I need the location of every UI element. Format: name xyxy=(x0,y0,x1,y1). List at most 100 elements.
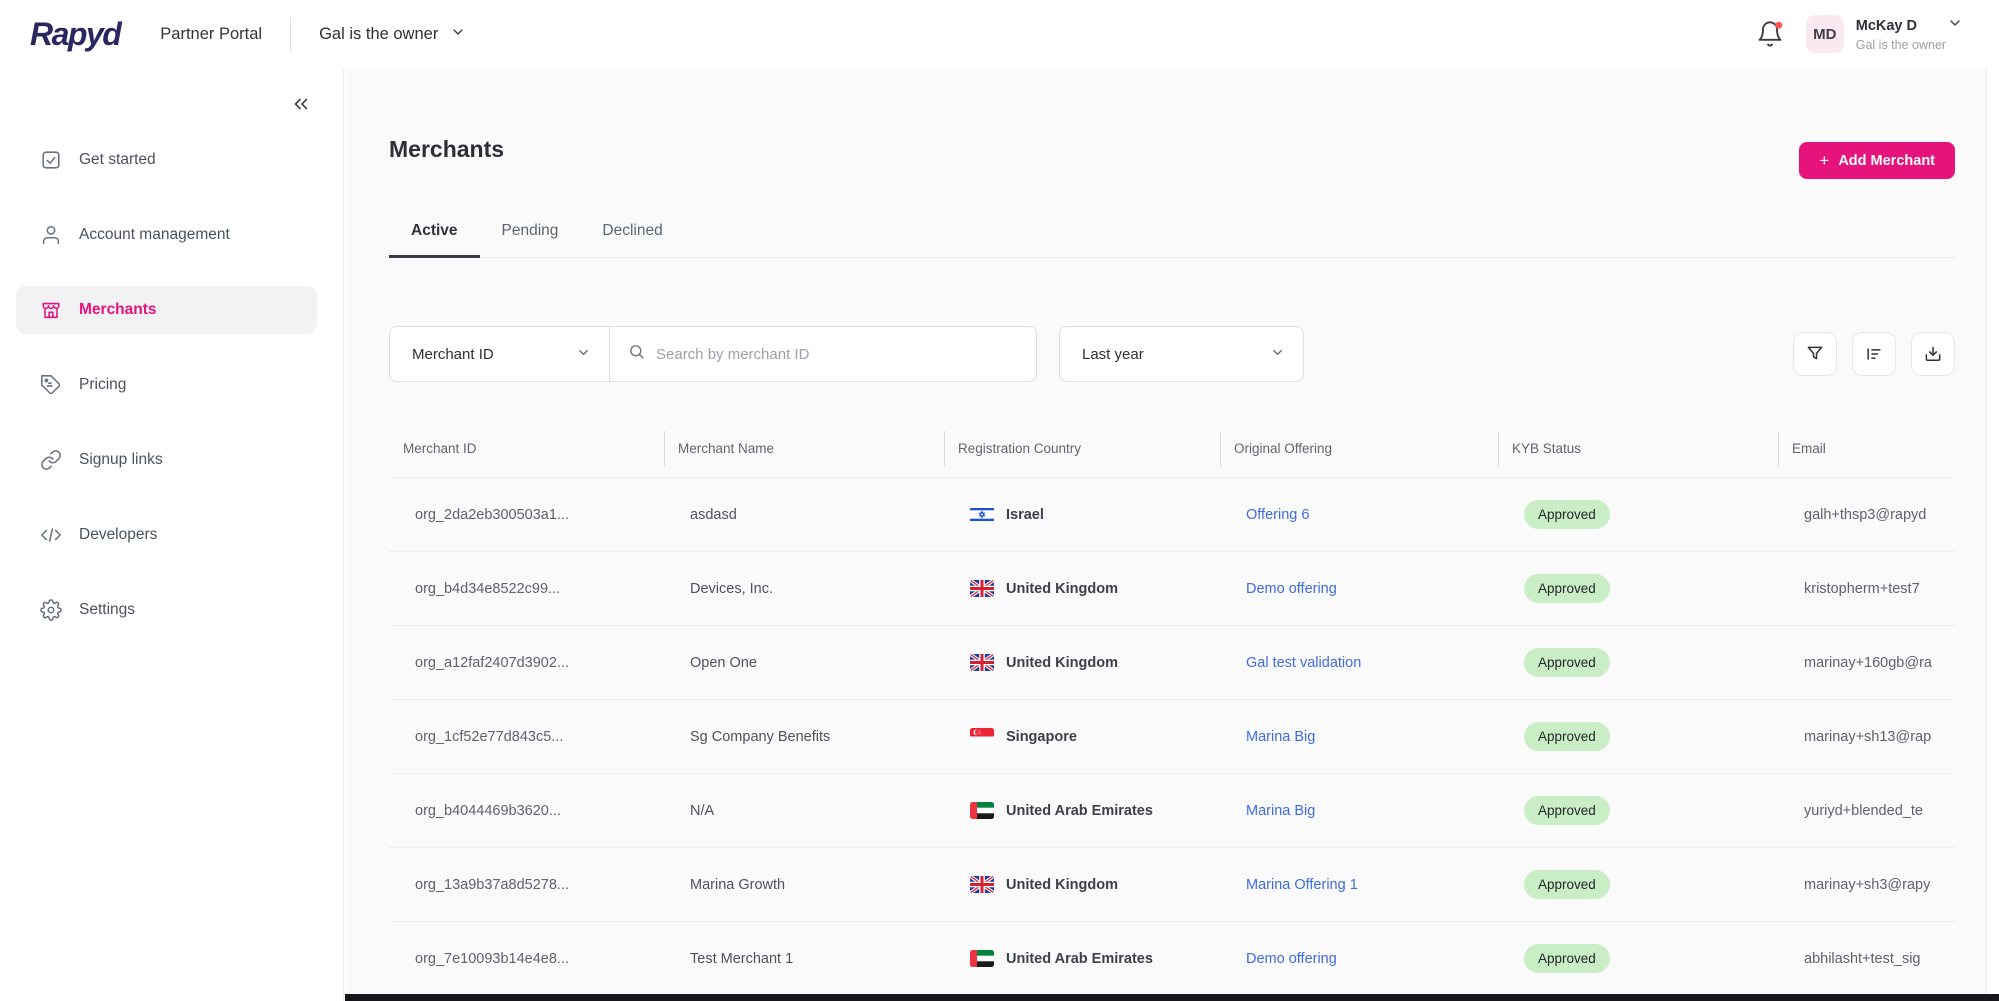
sidebar-item-account-management[interactable]: Account management xyxy=(16,211,317,259)
page-title: Merchants xyxy=(389,136,505,162)
notification-dot xyxy=(1775,21,1782,29)
merchant-id-cell: org_a12faf2407d3902... xyxy=(415,654,569,671)
sidebar-item-signup-links[interactable]: Signup links xyxy=(16,436,317,484)
merchant-id-cell: org_13a9b37a8d5278... xyxy=(415,876,570,893)
offering-link[interactable]: Marina Offering 1 xyxy=(1246,877,1358,893)
search-icon xyxy=(628,343,645,365)
country-cell: United Kingdom xyxy=(944,654,1220,671)
partner-selector-dropdown[interactable]: Gal is the owner xyxy=(319,24,466,45)
sidebar-item-get-started[interactable]: Get started xyxy=(16,136,317,184)
kyb-status-cell: Approved xyxy=(1498,870,1778,899)
status-badge: Approved xyxy=(1524,796,1610,825)
kyb-status-cell: Approved xyxy=(1498,722,1778,751)
table-row[interactable]: org_2da2eb300503a1... asdasd Israel Offe… xyxy=(389,478,1956,552)
country-label: Singapore xyxy=(1006,728,1077,745)
double-chevron-left-icon xyxy=(294,98,308,110)
country-cell: Israel xyxy=(944,506,1220,523)
email-cell: yuriyd+blended_te xyxy=(1804,802,1923,819)
status-badge: Approved xyxy=(1524,648,1610,677)
merchant-id-cell: org_2da2eb300503a1... xyxy=(415,506,570,523)
offering-cell: Demo offering xyxy=(1220,951,1498,967)
sidebar-item-label: Developers xyxy=(79,526,158,543)
tab-declined[interactable]: Declined xyxy=(580,222,684,258)
kyb-status-cell: Approved xyxy=(1498,796,1778,825)
notifications-button[interactable] xyxy=(1756,20,1784,48)
table-row[interactable]: org_b4d34e8522c99... Devices, Inc. Unite… xyxy=(389,552,1956,626)
status-badge: Approved xyxy=(1524,500,1610,529)
sidebar-item-developers[interactable]: Developers xyxy=(16,511,317,559)
search-group: Merchant ID xyxy=(389,326,1037,382)
offering-cell: Marina Big xyxy=(1220,729,1498,745)
sort-button[interactable] xyxy=(1852,332,1896,376)
offering-link[interactable]: Demo offering xyxy=(1246,951,1337,967)
sidebar-item-pricing[interactable]: Pricing xyxy=(16,361,317,409)
sidebar-item-merchants[interactable]: Merchants xyxy=(16,286,317,334)
vertical-scrollbar[interactable] xyxy=(1986,68,1999,1001)
merchant-name-cell: N/A xyxy=(690,802,715,819)
date-range-dropdown[interactable]: Last year xyxy=(1059,326,1304,382)
user-menu[interactable]: MD McKay D Gal is the owner xyxy=(1805,15,1963,54)
country-label: United Kingdom xyxy=(1006,580,1118,597)
column-header: KYB Status xyxy=(1498,441,1778,456)
offering-link[interactable]: Demo offering xyxy=(1246,581,1337,597)
country-cell: United Arab Emirates xyxy=(944,802,1220,819)
offering-link[interactable]: Marina Big xyxy=(1246,729,1315,745)
table-row[interactable]: org_13a9b37a8d5278... Marina Growth Unit… xyxy=(389,848,1956,922)
tab-active[interactable]: Active xyxy=(389,222,480,258)
chevron-down-icon xyxy=(1270,345,1285,364)
column-header: Merchant ID xyxy=(403,441,477,456)
flag-singapore-icon xyxy=(970,728,994,745)
offering-cell: Demo offering xyxy=(1220,581,1498,597)
add-merchant-button[interactable]: + Add Merchant xyxy=(1799,142,1955,179)
table-toolbar xyxy=(1793,332,1955,376)
storefront-icon xyxy=(42,302,60,319)
topbar-right: MD McKay D Gal is the owner xyxy=(1756,15,1963,54)
merchants-table: Merchant ID Merchant Name Registration C… xyxy=(389,420,1956,996)
merchant-id-cell: org_b4d34e8522c99... xyxy=(415,580,561,597)
user-text: McKay D Gal is the owner xyxy=(1856,15,1963,54)
sidebar-item-label: Get started xyxy=(79,151,156,168)
sidebar-collapse-button[interactable] xyxy=(287,90,315,118)
offering-link[interactable]: Gal test validation xyxy=(1246,655,1361,671)
status-badge: Approved xyxy=(1524,944,1610,973)
date-range-label: Last year xyxy=(1082,345,1144,363)
flag-uae-icon xyxy=(970,802,994,819)
sidebar-item-label: Signup links xyxy=(79,451,163,468)
topbar: Rapyd Partner Portal Gal is the owner MD… xyxy=(0,0,1999,68)
merchant-name-cell: asdasd xyxy=(690,506,737,523)
country-label: United Arab Emirates xyxy=(1006,802,1153,819)
sidebar-item-label: Pricing xyxy=(79,376,127,393)
table-row[interactable]: org_a12faf2407d3902... Open One United K… xyxy=(389,626,1956,700)
search-input[interactable] xyxy=(656,345,1018,363)
tab-pending[interactable]: Pending xyxy=(480,222,581,258)
offering-link[interactable]: Offering 6 xyxy=(1246,507,1309,523)
rapyd-logo: Rapyd xyxy=(30,15,122,52)
country-cell: United Kingdom xyxy=(944,580,1220,597)
column-header: Original Offering xyxy=(1220,441,1498,456)
partner-selector-label: Gal is the owner xyxy=(319,24,439,43)
download-button[interactable] xyxy=(1911,332,1955,376)
download-icon xyxy=(1925,346,1941,361)
merchant-id-cell: org_b4044469b3620... xyxy=(415,802,561,819)
status-badge: Approved xyxy=(1524,574,1610,603)
kyb-status-cell: Approved xyxy=(1498,944,1778,973)
table-row[interactable]: org_1cf52e77d843c5... Sg Company Benefit… xyxy=(389,700,1956,774)
kyb-status-cell: Approved xyxy=(1498,500,1778,529)
flag-uae-icon xyxy=(970,950,994,967)
user-role: Gal is the owner xyxy=(1855,37,1947,52)
sidebar-item-settings[interactable]: Settings xyxy=(16,586,317,634)
offering-cell: Gal test validation xyxy=(1220,655,1498,671)
status-badge: Approved xyxy=(1524,870,1610,899)
table-row[interactable]: org_b4044469b3620... N/A United Arab Emi… xyxy=(389,774,1956,848)
main-content: Merchants + Add Merchant Active Pending … xyxy=(345,68,1999,1001)
filter-button[interactable] xyxy=(1793,332,1837,376)
funnel-icon xyxy=(1807,346,1823,360)
sidebar-item-label: Account management xyxy=(79,226,230,243)
merchant-name-cell: Marina Growth xyxy=(690,876,786,893)
table-row[interactable]: org_7e10093b14e4e8... Test Merchant 1 Un… xyxy=(389,922,1956,996)
country-label: United Arab Emirates xyxy=(1006,950,1153,967)
country-cell: United Kingdom xyxy=(944,876,1220,893)
offering-link[interactable]: Marina Big xyxy=(1246,803,1315,819)
sidebar-item-label: Merchants xyxy=(79,301,157,318)
search-field-dropdown[interactable]: Merchant ID xyxy=(390,327,610,381)
